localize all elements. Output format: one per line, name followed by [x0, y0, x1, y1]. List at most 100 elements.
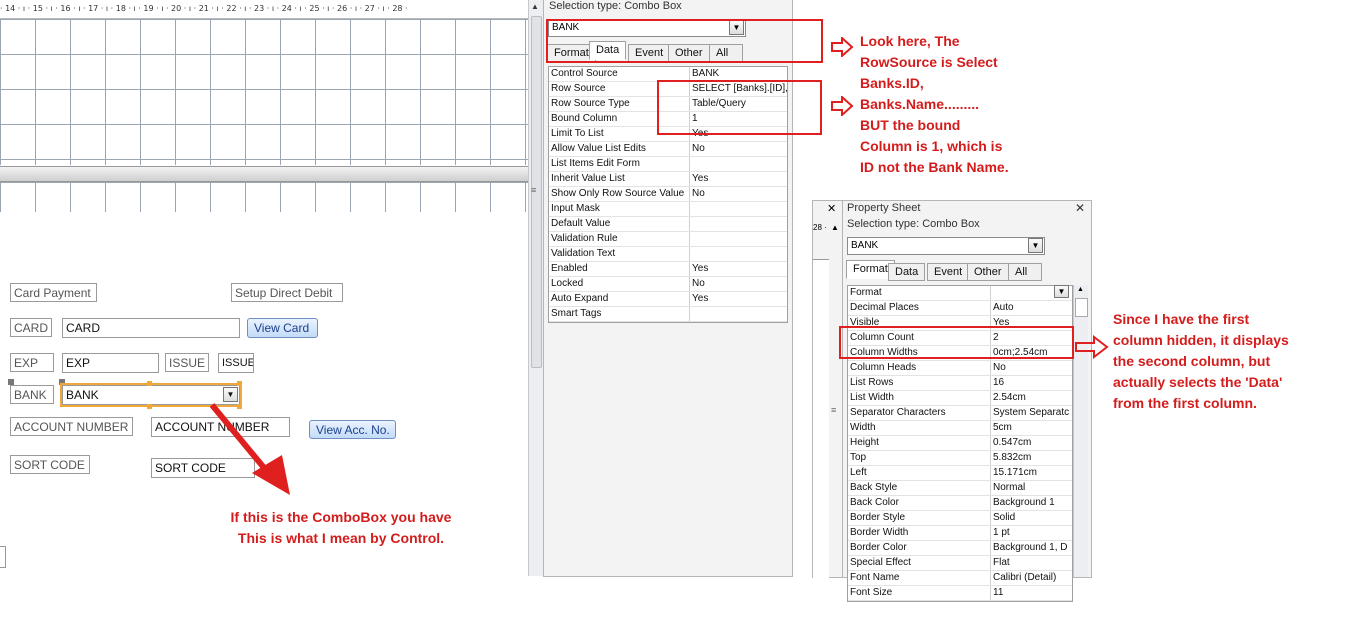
property-value[interactable]: Normal	[991, 481, 1072, 495]
property-value[interactable]: 15.171cm	[991, 466, 1072, 480]
property-value[interactable]: No	[690, 277, 787, 291]
control-selector-dropdown-2[interactable]: BANK ▼	[847, 237, 1045, 255]
property-value[interactable]	[690, 247, 787, 261]
property-name: Border Color	[848, 541, 991, 555]
property-row[interactable]: List Width 2.54cm	[848, 391, 1072, 406]
property-row[interactable]: Border Width 1 pt	[848, 526, 1072, 541]
scroll-thumb-2[interactable]	[1075, 298, 1088, 317]
property-value[interactable]: 11	[991, 586, 1072, 600]
property-row[interactable]: Separator Characters System Separatc	[848, 406, 1072, 421]
property-value[interactable]: 16	[991, 376, 1072, 390]
property-row[interactable]: Width 5cm	[848, 421, 1072, 436]
property-row[interactable]: Validation Rule	[549, 232, 787, 247]
property-value[interactable]: Calibri (Detail)	[991, 571, 1072, 585]
property-row[interactable]: Decimal Places Auto	[848, 301, 1072, 316]
property-row[interactable]: Border Style Solid	[848, 511, 1072, 526]
property-row[interactable]: Back Color Background 1	[848, 496, 1072, 511]
property-value[interactable]	[690, 202, 787, 216]
property-value[interactable]: 2.54cm	[991, 391, 1072, 405]
property-row[interactable]: Height 0.547cm	[848, 436, 1072, 451]
property-row[interactable]: List Items Edit Form	[549, 157, 787, 172]
property-row[interactable]: Inherit Value List Yes	[549, 172, 787, 187]
card-label: CARD	[10, 318, 52, 337]
property-row[interactable]: Allow Value List Edits No	[549, 142, 787, 157]
property-value[interactable]: No	[991, 361, 1072, 375]
property-value[interactable]: Yes	[690, 262, 787, 276]
property-value[interactable]: 5.832cm	[991, 451, 1072, 465]
tab-event-2[interactable]: Event	[927, 263, 970, 281]
resize-handle-top[interactable]	[147, 381, 152, 386]
property-row[interactable]: Column Heads No	[848, 361, 1072, 376]
property-row[interactable]: Show Only Row Source Value No	[549, 187, 787, 202]
property-row[interactable]: Default Value	[549, 217, 787, 232]
property-row[interactable]: Top 5.832cm	[848, 451, 1072, 466]
mini-design-area	[813, 259, 829, 630]
tab-other-2[interactable]: Other	[967, 263, 1009, 281]
card-field[interactable]: CARD	[62, 318, 240, 338]
property-value[interactable]	[690, 217, 787, 231]
property-row[interactable]: Left 15.171cm	[848, 466, 1072, 481]
property-name: Left	[848, 466, 991, 480]
selector-dropdown-icon-2[interactable]: ▼	[1028, 238, 1043, 253]
note1-line3: Banks.ID,	[860, 75, 924, 91]
close-icon[interactable]: ✕	[827, 202, 836, 215]
property-scrollbar[interactable]: ▲	[1073, 285, 1088, 577]
property-value[interactable]: Yes	[690, 172, 787, 186]
drag-handle-icon[interactable]: ≡	[531, 185, 536, 195]
property-value[interactable]: System Separatc	[991, 406, 1072, 420]
note2-line2: column hidden, it displays	[1113, 332, 1289, 348]
drag-handle-icon-2[interactable]: ≡	[831, 405, 836, 415]
view-acc-no-button[interactable]: View Acc. No.	[309, 420, 396, 439]
property-value[interactable]: Auto	[991, 301, 1072, 315]
property-value[interactable]	[690, 307, 787, 321]
scroll-up-icon-3[interactable]: ▲	[1077, 286, 1084, 293]
property-value[interactable]	[690, 232, 787, 246]
property-row[interactable]: Font Name Calibri (Detail)	[848, 571, 1072, 586]
property-name: Special Effect	[848, 556, 991, 570]
property-value[interactable]: Flat	[991, 556, 1072, 570]
designer-scrollbar[interactable]	[528, 0, 543, 576]
property-value[interactable]: Yes	[690, 292, 787, 306]
property-value[interactable]: Solid	[991, 511, 1072, 525]
scroll-up-icon[interactable]: ▲	[531, 2, 539, 11]
resize-handle-top-right[interactable]	[237, 381, 242, 386]
property-value[interactable]: Background 1	[991, 496, 1072, 510]
issue-field[interactable]: ISSUE	[218, 353, 254, 373]
view-card-button[interactable]: View Card	[247, 318, 318, 338]
property-name: Font Size	[848, 586, 991, 600]
setup-direct-debit-label: Setup Direct Debit	[231, 283, 343, 302]
note1-line5: BUT the bound	[860, 117, 961, 133]
property-name: List Width	[848, 391, 991, 405]
resize-handle-bottom[interactable]	[147, 404, 152, 409]
close-sheet-icon[interactable]: ✕	[1075, 201, 1085, 215]
property-row[interactable]: Border Color Background 1, D	[848, 541, 1072, 556]
property-row[interactable]: Font Size 11	[848, 586, 1072, 601]
property-row[interactable]: Input Mask	[549, 202, 787, 217]
property-value[interactable]: No	[690, 187, 787, 201]
property-row[interactable]: List Rows 16	[848, 376, 1072, 391]
note3-line1: If this is the ComboBox you have	[230, 509, 452, 525]
section-separator[interactable]	[0, 166, 528, 182]
property-value[interactable]	[690, 157, 787, 171]
property-row[interactable]: Locked No	[549, 277, 787, 292]
property-row[interactable]: Validation Text	[549, 247, 787, 262]
tab-data-2[interactable]: Data	[888, 263, 926, 281]
property-value[interactable]: No	[690, 142, 787, 156]
property-row[interactable]: Special Effect Flat	[848, 556, 1072, 571]
property-row[interactable]: Back Style Normal	[848, 481, 1072, 496]
tab-all-2[interactable]: All	[1008, 263, 1042, 281]
property-value[interactable]: 0.547cm	[991, 436, 1072, 450]
exp-field[interactable]: EXP	[62, 353, 159, 373]
property-row[interactable]: Smart Tags	[549, 307, 787, 322]
property-row[interactable]: Format	[848, 286, 1072, 301]
property-name: Decimal Places	[848, 301, 991, 315]
property-value[interactable]: BANK	[690, 67, 787, 81]
scroll-up-icon-2[interactable]: ▲	[831, 223, 839, 232]
format-dropdown-icon[interactable]: ▼	[1054, 285, 1069, 298]
property-value[interactable]: 5cm	[991, 421, 1072, 435]
property-row[interactable]: Auto Expand Yes	[549, 292, 787, 307]
partial-control[interactable]	[0, 546, 6, 568]
property-row[interactable]: Enabled Yes	[549, 262, 787, 277]
property-value[interactable]: Background 1, D	[991, 541, 1072, 555]
property-value[interactable]: 1 pt	[991, 526, 1072, 540]
